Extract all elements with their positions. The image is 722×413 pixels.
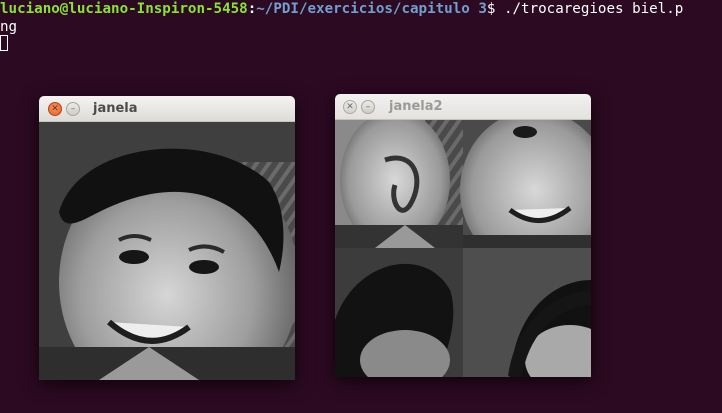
close-icon[interactable]: ✕ <box>48 102 62 116</box>
quadrant-bottom-right <box>463 248 591 377</box>
baby-photo <box>39 122 295 380</box>
quadrant-bottom-left <box>335 248 463 377</box>
image-content <box>335 120 591 377</box>
minimize-icon[interactable]: – <box>361 100 375 114</box>
window-titlebar[interactable]: ✕ – janela2 <box>335 94 591 120</box>
window-janela2[interactable]: ✕ – janela2 <box>335 94 591 377</box>
image-content <box>39 122 295 380</box>
minimize-icon[interactable]: – <box>66 102 80 116</box>
prompt-path: ~/PDI/exercicios/capitulo 3 <box>256 1 487 17</box>
window-title: janela2 <box>389 99 443 114</box>
command-text: ./trocaregioes biel.p <box>495 1 684 17</box>
window-titlebar[interactable]: ✕ – janela <box>39 96 295 122</box>
terminal-output: luciano@luciano-Inspiron-5458:~/PDI/exer… <box>0 0 683 36</box>
window-title: janela <box>93 101 138 116</box>
swapped-quadrants-photo <box>335 120 591 377</box>
quadrant-top-left <box>335 120 463 250</box>
prompt-separator: : <box>247 1 257 17</box>
quadrant-top-right <box>460 120 591 270</box>
window-janela[interactable]: ✕ – janela <box>39 96 295 380</box>
prompt-user: luciano@luciano-Inspiron-5458 <box>0 1 248 17</box>
command-text-wrap: ng <box>0 19 18 35</box>
close-icon[interactable]: ✕ <box>343 100 357 114</box>
terminal-cursor <box>0 35 8 51</box>
